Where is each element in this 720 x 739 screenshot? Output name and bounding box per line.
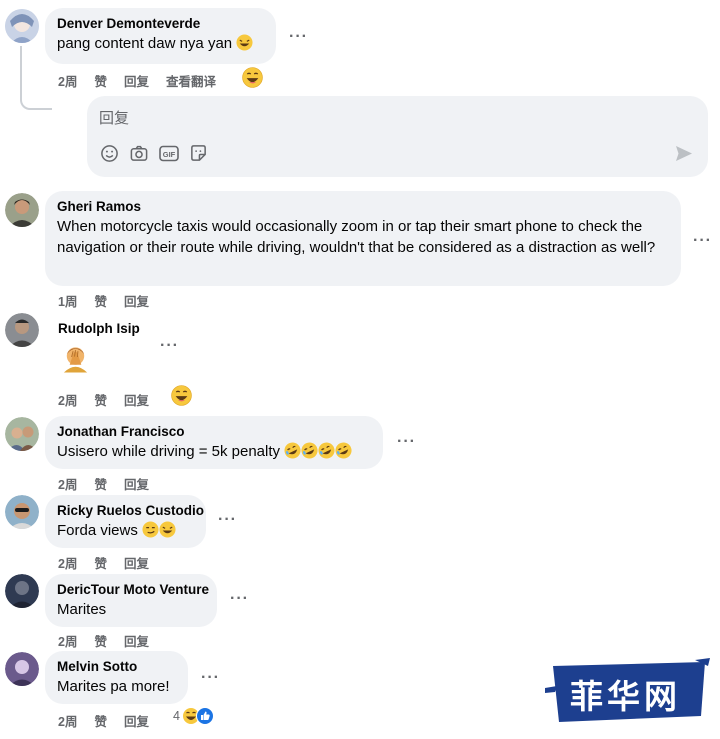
avatar[interactable] (5, 652, 39, 686)
like-button[interactable]: 赞 (94, 631, 107, 650)
comment-text: pang content daw nya yan (57, 35, 233, 52)
comment-age[interactable]: 2周 (58, 711, 77, 730)
watermark-logo: 菲华网 (545, 658, 710, 726)
like-button[interactable]: 赞 (94, 291, 107, 310)
more-options-icon[interactable]: ··· (230, 591, 249, 607)
comment-bubble: DericTour Moto Venture Marites (45, 574, 217, 627)
comment-text: Marites (57, 601, 107, 618)
comment-bubble: Ricky Ruelos Custodio Forda views (45, 495, 206, 548)
comment-author[interactable]: Ricky Ruelos Custodio (57, 502, 204, 520)
more-options-icon[interactable]: ··· (693, 233, 712, 249)
comment-text: Marites pa more! (57, 678, 170, 695)
more-options-icon[interactable]: ··· (289, 29, 308, 45)
avatar[interactable] (5, 193, 39, 227)
comment-age[interactable]: 2周 (58, 553, 77, 572)
camera-icon[interactable] (129, 144, 149, 163)
reply-button[interactable]: 回复 (124, 71, 149, 90)
comment-author[interactable]: Rudolph Isip (58, 320, 140, 338)
comment-author[interactable]: Gheri Ramos (57, 198, 669, 216)
laughing-emoji-icon[interactable] (242, 67, 263, 88)
avatar[interactable] (5, 9, 39, 43)
reply-box[interactable]: 回复 GIF (87, 96, 708, 177)
reaction-summary[interactable]: 4 (173, 707, 214, 725)
reply-input[interactable]: 回复 (99, 107, 129, 128)
comment-bubble: Melvin Sotto Marites pa more! (45, 651, 188, 704)
avatar[interactable] (5, 495, 39, 529)
reaction-count: 4 (173, 709, 180, 723)
comment-text: Usisero while driving = 5k penalty (57, 443, 281, 460)
laughing-emoji-icon[interactable] (171, 385, 192, 406)
thread-line (20, 46, 52, 110)
watermark-text: 菲华网 (570, 677, 681, 716)
laughing-emoji-icon (159, 521, 176, 538)
reply-button[interactable]: 回复 (124, 291, 149, 310)
more-options-icon[interactable]: ··· (218, 512, 237, 528)
comment-age[interactable]: 2周 (58, 474, 77, 493)
comment-author[interactable]: Melvin Sotto (57, 658, 176, 676)
comment-author[interactable]: Jonathan Francisco (57, 423, 371, 441)
like-reaction-icon (195, 707, 214, 725)
like-button[interactable]: 赞 (94, 553, 107, 572)
comment-bubble: Denver Demonteverde pang content daw nya… (45, 8, 276, 64)
comment-age[interactable]: 1周 (58, 291, 77, 310)
comment-age[interactable]: 2周 (58, 71, 77, 90)
like-button[interactable]: 赞 (94, 71, 107, 90)
comment-text: When motorcycle taxis would occasionally… (57, 218, 656, 256)
like-button[interactable]: 赞 (94, 474, 107, 493)
avatar[interactable] (5, 313, 39, 347)
comment-author[interactable]: Denver Demonteverde (57, 15, 264, 33)
comment-bubble: Gheri Ramos When motorcycle taxis would … (45, 191, 681, 286)
rofl-emoji-icon (284, 442, 352, 460)
sticker-icon[interactable] (189, 144, 208, 163)
facepalm-emoji-icon (63, 347, 88, 373)
comment-age[interactable]: 2周 (58, 631, 77, 650)
comment-bubble: Rudolph Isip (58, 320, 140, 338)
comment-text: Forda views (57, 522, 138, 539)
send-icon[interactable] (675, 145, 693, 162)
avatar[interactable] (5, 417, 39, 451)
laughing-emoji-icon (236, 34, 253, 51)
like-button[interactable]: 赞 (94, 390, 107, 409)
gif-icon[interactable]: GIF (159, 145, 179, 162)
reply-button[interactable]: 回复 (124, 474, 149, 493)
reply-button[interactable]: 回复 (124, 390, 149, 409)
smiley-icon[interactable] (100, 144, 119, 163)
smirk-emoji-icon (142, 521, 159, 538)
comment-bubble: Jonathan Francisco Usisero while driving… (45, 416, 383, 469)
more-options-icon[interactable]: ··· (201, 670, 220, 686)
comment-author[interactable]: DericTour Moto Venture (57, 581, 209, 599)
avatar[interactable] (5, 574, 39, 608)
reply-button[interactable]: 回复 (124, 631, 149, 650)
more-options-icon[interactable]: ··· (397, 434, 416, 450)
more-options-icon[interactable]: ··· (160, 338, 179, 354)
see-translation-button[interactable]: 查看翻译 (166, 71, 216, 90)
comment-age[interactable]: 2周 (58, 390, 77, 409)
like-button[interactable]: 赞 (94, 711, 107, 730)
reply-button[interactable]: 回复 (124, 711, 149, 730)
svg-text:GIF: GIF (163, 150, 176, 159)
reply-button[interactable]: 回复 (124, 553, 149, 572)
